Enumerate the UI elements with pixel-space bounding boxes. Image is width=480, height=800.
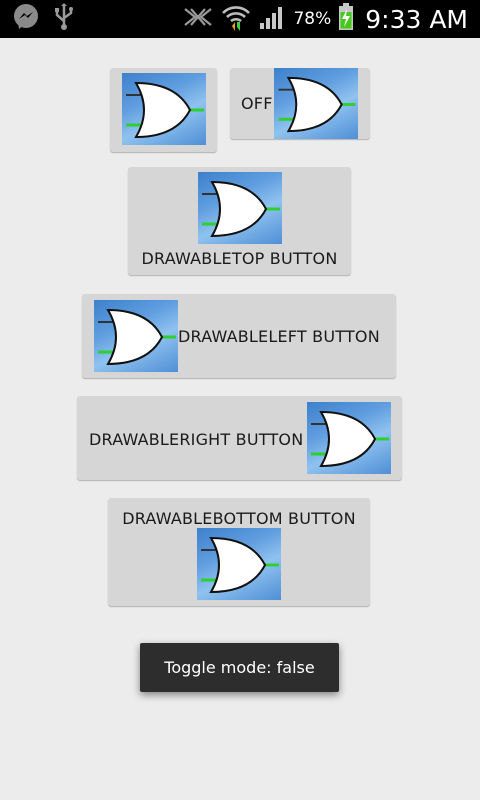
image-button[interactable] — [110, 68, 217, 152]
or-gate-icon — [274, 68, 358, 139]
drawable-top-label: DRAWABLETOP BUTTON — [141, 249, 338, 268]
nfc-icon — [182, 5, 214, 33]
toast-text: Toggle mode: false — [164, 658, 315, 677]
drawable-right-label: DRAWABLERIGHT BUTTON — [89, 430, 304, 449]
battery-percent: 78% — [293, 9, 332, 29]
wifi-icon — [221, 2, 251, 36]
drawable-bottom-button[interactable]: DRAWABLEBOTTOM BUTTON — [108, 498, 370, 606]
drawable-bottom-label: DRAWABLEBOTTOM BUTTON — [122, 509, 356, 528]
messenger-icon — [12, 3, 40, 35]
or-gate-icon — [198, 172, 282, 244]
usb-icon — [54, 3, 74, 35]
or-gate-icon — [94, 300, 178, 372]
drawable-left-button[interactable]: DRAWABLELEFT BUTTON — [82, 294, 396, 378]
or-gate-icon — [307, 402, 391, 474]
toast-message: Toggle mode: false — [140, 643, 339, 692]
battery-charging-icon — [338, 3, 354, 35]
clock: 9:33 AM — [365, 4, 468, 34]
or-gate-icon — [197, 528, 281, 600]
drawable-right-button[interactable]: DRAWABLERIGHT BUTTON — [77, 396, 402, 480]
status-bar: 78% 9:33 AM — [0, 0, 480, 38]
toggle-button[interactable]: OFF — [230, 68, 370, 139]
drawable-left-label: DRAWABLELEFT BUTTON — [178, 327, 380, 346]
drawable-top-button[interactable]: DRAWABLETOP BUTTON — [128, 167, 351, 275]
or-gate-icon — [122, 73, 206, 145]
toggle-button-label: OFF — [241, 94, 273, 113]
signal-icon — [258, 4, 286, 34]
